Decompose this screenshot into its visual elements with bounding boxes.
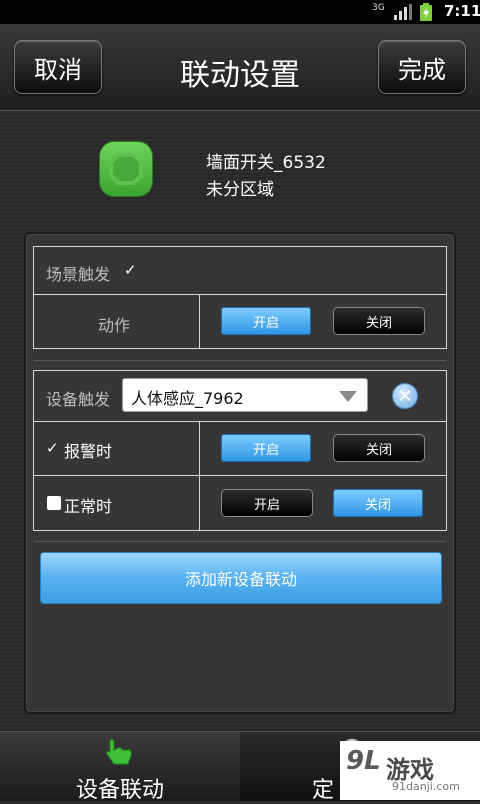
action-label: 动作 [98,316,131,335]
device-select-value: 人体感应_7962 [131,389,244,408]
clock-time: 7:11 [444,2,480,20]
normal-label: 正常时 [64,497,113,516]
scene-trigger-label: 场景触发 [46,265,111,284]
device-name: 墙面开关_6532 [206,153,326,173]
scene-off-button[interactable]: 关闭 [333,307,425,335]
scene-on-button[interactable]: 开启 [221,307,311,335]
alarm-checkbox[interactable]: ✓ [46,439,59,457]
switch-icon [100,142,152,196]
network-type: 3G [372,3,385,13]
normal-off-button[interactable]: 关闭 [333,489,423,517]
add-device-linkage-button[interactable]: 添加新设备联动 [40,552,442,604]
normal-on-button[interactable]: 开启 [221,489,313,517]
signal-icon [394,4,412,20]
status-bar: 3G 7:11 [0,0,480,24]
alarm-on-button[interactable]: 开启 [221,434,311,462]
tab-timer-label[interactable]: 定 [312,772,334,804]
cancel-button[interactable]: 取消 [14,40,102,94]
tab-device-linkage-label: 设备联动 [75,778,164,803]
tab-device-linkage[interactable]: 设备联动 [0,732,240,803]
device-trigger-label: 设备触发 [46,390,111,409]
alarm-off-button[interactable]: 关闭 [333,434,425,462]
scene-trigger-check[interactable]: ✓ [124,261,137,279]
alarm-label: 报警时 [64,442,113,461]
battery-icon [420,3,432,21]
normal-checkbox[interactable] [47,496,61,510]
watermark-url: 91danji.com [392,780,460,793]
section-divider [34,360,446,361]
section-divider-2 [34,541,446,542]
watermark-logo: 9L [346,746,381,776]
hand-pointer-icon [106,739,132,765]
device-select[interactable]: 人体感应_7962 [122,378,368,412]
header-bar: 取消 联动设置 完成 [0,24,480,111]
done-button[interactable]: 完成 [378,40,466,94]
device-area: 未分区域 [206,180,274,200]
page-title: 联动设置 [180,58,300,93]
dropdown-arrow-icon [339,391,357,402]
delete-icon[interactable]: ✕ [392,383,418,409]
